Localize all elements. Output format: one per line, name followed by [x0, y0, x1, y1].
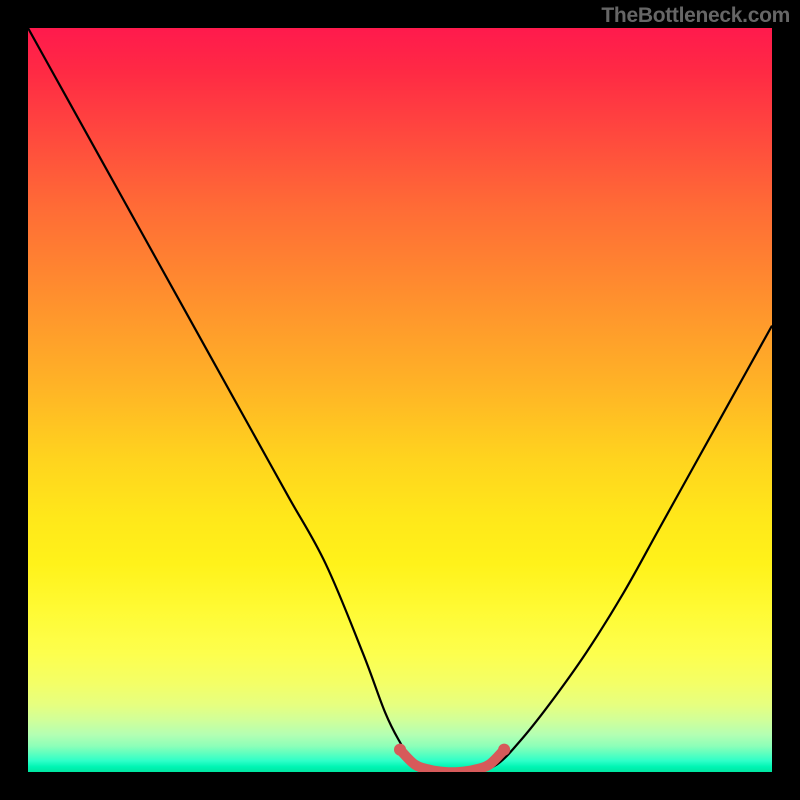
chart-svg	[28, 28, 772, 772]
highlight-dot-right	[498, 744, 510, 756]
chart-container: TheBottleneck.com	[0, 0, 800, 800]
highlight-dot-left	[394, 744, 406, 756]
highlight-segment	[400, 750, 504, 772]
curve-line	[28, 28, 772, 772]
plot-area	[28, 28, 772, 772]
attribution-label: TheBottleneck.com	[601, 4, 790, 28]
